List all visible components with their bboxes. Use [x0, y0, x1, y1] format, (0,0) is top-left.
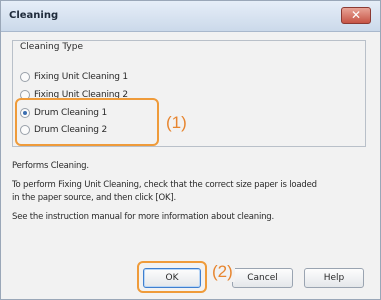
instruction-line-2: in the paper source, and then click [OK]…	[12, 193, 176, 203]
callout-2: (2)	[210, 262, 235, 282]
radio-label: Fixing Unit Cleaning 1	[34, 71, 128, 82]
radio-fixing-unit-cleaning-1[interactable]: Fixing Unit Cleaning 1	[20, 70, 128, 83]
manual-note: See the instruction manual for more info…	[12, 212, 274, 222]
cleaning-type-title: Cleaning Type	[18, 42, 85, 52]
highlight-box-ok	[137, 261, 207, 293]
close-button[interactable]: ✕	[341, 7, 371, 24]
title-bar: Cleaning ✕	[1, 1, 380, 32]
radio-circle[interactable]	[20, 71, 30, 82]
window-title: Cleaning	[9, 10, 59, 21]
cancel-button[interactable]: Cancel	[232, 268, 293, 288]
callout-1: (1)	[166, 113, 187, 132]
close-icon: ✕	[350, 8, 362, 22]
status-message: Performs Cleaning.	[12, 161, 89, 171]
instruction-line-1: To perform Fixing Unit Cleaning, check t…	[12, 180, 317, 190]
help-button[interactable]: Help	[304, 268, 364, 288]
highlight-box-drum-options	[15, 98, 159, 146]
